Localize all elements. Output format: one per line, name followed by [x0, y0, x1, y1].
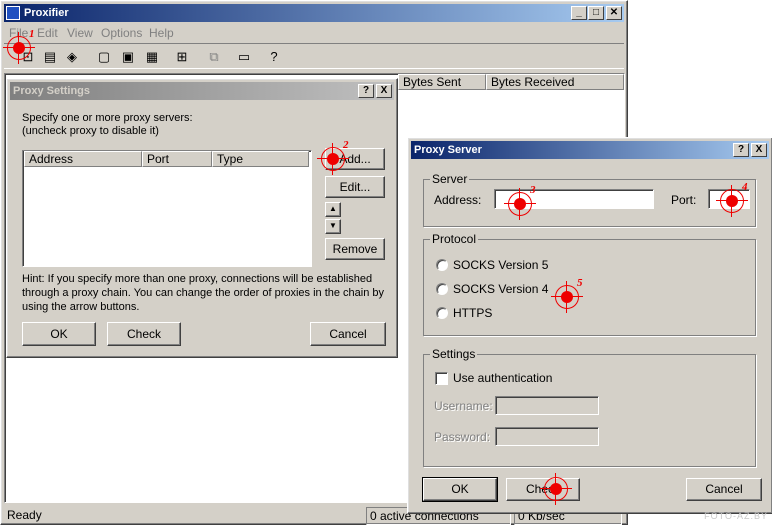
help-icon[interactable]: ? — [265, 48, 283, 66]
main-titlebar: Proxifier _ □ ✕ — [4, 4, 624, 22]
server-group-label: Server — [430, 172, 470, 186]
add-proxy-button[interactable]: Add... — [325, 148, 385, 170]
hint-line-3: using the arrow buttons. — [22, 301, 140, 313]
socks4-label[interactable]: SOCKS Version 4 — [453, 282, 548, 296]
open-profile-icon[interactable]: ▣ — [119, 48, 137, 66]
proxy-settings-titlebar: Proxy Settings ? X — [10, 82, 394, 100]
network-icon[interactable]: ⊞ — [173, 48, 191, 66]
app-icon — [6, 6, 20, 20]
hint-line-1: Hint: If you specify more than one proxy… — [22, 273, 373, 285]
copy-icon[interactable]: ⧉ — [205, 48, 223, 66]
socks5-radio[interactable] — [436, 259, 448, 271]
username-input[interactable] — [495, 396, 599, 415]
proxy-server-help-button[interactable]: ? — [733, 143, 749, 157]
proxy-server-titlebar: Proxy Server ? X — [411, 141, 769, 159]
use-auth-checkbox[interactable] — [435, 372, 448, 385]
close-button[interactable]: ✕ — [606, 6, 622, 20]
menu-view[interactable]: View — [67, 26, 93, 40]
port-input[interactable] — [708, 189, 750, 209]
password-label: Password: — [434, 430, 491, 444]
menu-options[interactable]: Options — [101, 26, 142, 40]
port-label: Port: — [671, 193, 697, 207]
proxy-server-dialog: Proxy Server ? X Server Address: Port: P… — [407, 137, 772, 514]
socks4-radio[interactable] — [436, 283, 448, 295]
main-title: Proxifier — [24, 7, 69, 19]
protocol-group-label: Protocol — [430, 232, 479, 246]
proxy-col-address[interactable]: Address — [24, 151, 142, 167]
menu-help[interactable]: Help — [149, 26, 174, 40]
status-ready: Ready — [7, 508, 42, 522]
settings-group-label: Settings — [430, 347, 478, 361]
https-label[interactable]: HTTPS — [453, 306, 492, 320]
menu-edit[interactable]: Edit — [37, 26, 58, 40]
socks5-label[interactable]: SOCKS Version 5 — [453, 258, 548, 272]
save-profile-icon[interactable]: ▦ — [143, 48, 161, 66]
edit-proxy-button[interactable]: Edit... — [325, 176, 385, 198]
proxy-col-type[interactable]: Type — [212, 151, 309, 167]
dns-icon[interactable]: ◈ — [63, 48, 81, 66]
https-radio[interactable] — [436, 307, 448, 319]
move-up-button[interactable]: ▲ — [325, 202, 341, 217]
address-label: Address: — [434, 193, 482, 207]
address-input[interactable] — [494, 189, 654, 209]
column-bytes-received[interactable]: Bytes Received — [486, 74, 624, 90]
print-icon[interactable]: ▭ — [235, 48, 253, 66]
proxy-settings-dialog: Proxy Settings ? X Specify one or more p… — [6, 78, 398, 358]
maximize-button[interactable]: □ — [588, 6, 604, 20]
proxy-servers-icon[interactable]: ⊡ — [19, 48, 37, 66]
proxy-server-cancel-button[interactable]: Cancel — [686, 478, 762, 501]
column-bytes-sent[interactable]: Bytes Sent — [398, 74, 486, 90]
watermark: FOTO-AZ.BY — [704, 511, 768, 521]
username-label: Username: — [434, 399, 493, 413]
minimize-button[interactable]: _ — [571, 6, 587, 20]
proxy-settings-ok-button[interactable]: OK — [22, 322, 96, 346]
menu-file[interactable]: File — [9, 26, 28, 40]
remove-proxy-button[interactable]: Remove — [325, 238, 385, 260]
proxy-settings-close-button[interactable]: X — [376, 84, 392, 98]
new-profile-icon[interactable]: ▢ — [95, 48, 113, 66]
rules-icon[interactable]: ▤ — [41, 48, 59, 66]
use-auth-label[interactable]: Use authentication — [453, 371, 552, 385]
proxy-settings-help-button[interactable]: ? — [358, 84, 374, 98]
proxy-settings-check-button[interactable]: Check — [107, 322, 181, 346]
proxy-settings-intro-2: (uncheck proxy to disable it) — [22, 125, 159, 137]
proxy-col-port[interactable]: Port — [142, 151, 212, 167]
proxy-settings-intro-1: Specify one or more proxy servers: — [22, 112, 193, 124]
proxy-server-ok-button[interactable]: OK — [422, 477, 498, 502]
password-input[interactable] — [495, 427, 599, 446]
proxy-settings-title: Proxy Settings — [13, 85, 91, 97]
proxy-settings-cancel-button[interactable]: Cancel — [310, 322, 386, 346]
proxy-list[interactable]: Address Port Type — [22, 150, 312, 267]
move-down-button[interactable]: ▼ — [325, 219, 341, 234]
hint-line-2: through a proxy chain. You can change th… — [22, 287, 385, 299]
proxy-server-close-button[interactable]: X — [751, 143, 767, 157]
proxy-server-title: Proxy Server — [414, 144, 482, 156]
proxy-server-check-button[interactable]: Check — [506, 478, 580, 501]
